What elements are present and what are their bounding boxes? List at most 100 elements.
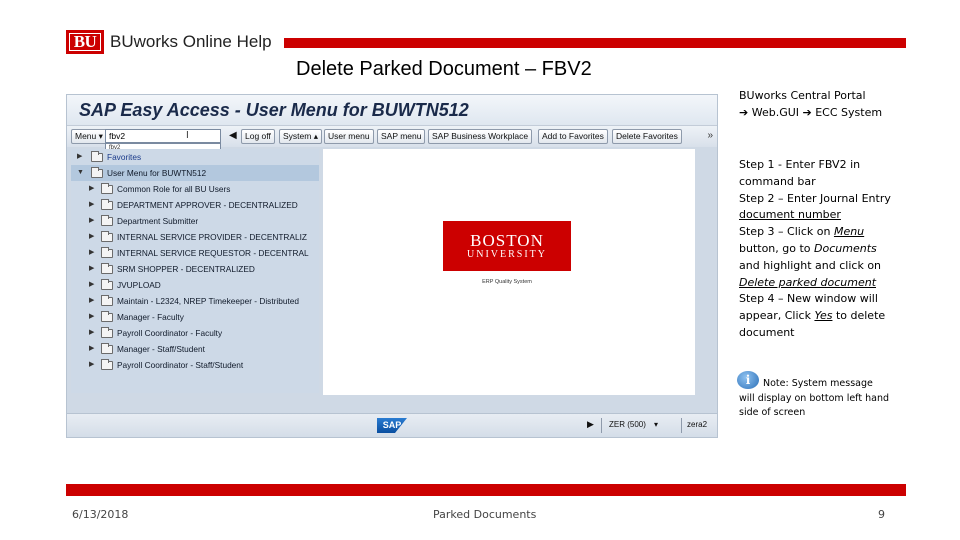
page-number: 9 [878,508,885,521]
folder-icon [101,263,113,274]
expand-arrow-icon[interactable]: ▶ [89,197,94,213]
tree-item[interactable]: ▶ SRM SHOPPER - DECENTRALIZED [71,261,319,277]
collapse-arrow-icon[interactable]: ▼ [77,165,84,181]
tree-item-label: DEPARTMENT APPROVER - DECENTRALIZED [117,200,298,210]
expand-arrow-icon[interactable]: ▶ [89,245,94,261]
step-1-text: Step 1 - Enter FBV2 in command bar [739,158,861,188]
sap-titlebar: SAP Easy Access - User Menu for BUWTN512 [67,95,717,125]
tree-item-label: Department Submitter [117,216,199,226]
status-separator [601,418,602,433]
system-dropdown-icon[interactable]: ▾ [654,420,658,429]
expand-arrow-icon[interactable]: ▶ [89,181,94,197]
log-off-button[interactable]: Log off [241,129,275,144]
tree-item[interactable]: ▶ Manager - Staff/Student [71,341,319,357]
server-field: zera2 [687,420,708,429]
tree-item-label: SRM SHOPPER - DECENTRALIZED [117,264,255,274]
expand-arrow-icon[interactable]: ▶ [89,325,94,341]
tree-item[interactable]: ▶ JVUPLOAD [71,277,319,293]
bu-logo: BU [66,30,104,54]
slide-title: Delete Parked Document – FBV2 [296,58,592,80]
tree-item[interactable]: ▶ INTERNAL SERVICE PROVIDER - DECENTRALI… [71,229,319,245]
step-3-menu: Menu [833,225,865,239]
tree-item[interactable]: ▶ Payroll Coordinator - Faculty [71,325,319,341]
text-cursor-icon: I [186,130,189,141]
expand-arrow-icon[interactable]: ▶ [89,229,94,245]
expand-arrow-icon[interactable]: ▶ [89,277,94,293]
folder-icon [101,279,113,290]
step-3-mid2: and highlight and click on [739,258,882,272]
tree-item[interactable]: ▶ DEPARTMENT APPROVER - DECENTRALIZED [71,197,319,213]
sap-menu-button[interactable]: SAP menu [377,129,426,144]
navigation-path: BUworks Central Portal ➔ Web.GUI ➔ ECC S… [739,87,909,121]
tree-item-user-menu[interactable]: ▼ User Menu for BUWTN512 [71,165,319,181]
step-4-yes: Yes [814,309,833,323]
folder-open-icon [91,167,103,178]
folder-icon [101,327,113,338]
system-button-label: System [283,131,312,141]
step-3-text: Step 3 – Click on [739,225,834,239]
expand-arrow-icon[interactable]: ▶ [89,341,94,357]
status-separator [681,418,682,433]
tree-item[interactable]: ▶ Payroll Coordinator - Staff/Student [71,357,319,373]
tree-item-label: Common Role for all BU Users [117,184,231,194]
back-arrow-icon[interactable]: ◀ [229,130,237,141]
sap-business-workplace-button[interactable]: SAP Business Workplace [428,129,533,144]
step-3-mid: button, go to [739,241,815,255]
step-3: Step 3 – Click on Menu button, go to Doc… [739,224,899,291]
tree-item-favorites[interactable]: ▶ Favorites [71,149,319,165]
expand-arrow-icon[interactable]: ▶ [89,261,94,277]
step-1: Step 1 - Enter FBV2 in command bar [739,157,899,191]
tree-item-label: Payroll Coordinator - Faculty [117,328,223,338]
folder-icon [101,359,113,370]
sap-logo-icon: SAP [377,418,407,433]
path-line-2: ➔ Web.GUI ➔ ECC System [739,106,883,119]
more-chevron-icon[interactable]: » [707,130,713,141]
bottom-accent-rule [66,484,906,496]
top-accent-rule [284,38,906,48]
tree-item[interactable]: ▶ Department Submitter [71,213,319,229]
step-3-documents: Documents [814,241,877,255]
step-3-delete: Delete parked document [739,275,877,289]
tree-item-label: Manager - Staff/Student [117,344,205,354]
footer-title: Parked Documents [433,508,537,521]
tree-item-label: INTERNAL SERVICE PROVIDER - DECENTRALIZ [117,232,307,242]
user-menu-button[interactable]: User menu [324,129,374,144]
sap-window: SAP Easy Access - User Menu for BUWTN512… [66,94,718,438]
bu-logo-text: BU [73,32,97,51]
sap-content-area: BOSTON UNIVERSITY ERP Quality System [323,149,695,395]
status-expand-icon[interactable]: ▶ [587,419,594,430]
menu-button[interactable]: Menu ▾ [71,129,107,144]
tree-item-label: INTERNAL SERVICE REQUESTOR - DECENTRAL [117,248,309,258]
expand-arrow-icon[interactable]: ▶ [89,357,94,373]
step-2: Step 2 – Enter Journal Entry document nu… [739,191,899,225]
folder-icon [101,215,113,226]
add-to-favorites-button[interactable]: Add to Favorites [538,129,608,144]
folder-icon [101,199,113,210]
tree-item-label: JVUPLOAD [117,280,161,290]
tree-item[interactable]: ▶ Maintain - L2324, NREP Timekeeper - Di… [71,293,319,309]
tree-item-label: Maintain - L2324, NREP Timekeeper - Dist… [117,296,300,306]
step-2-text: Step 2 – Enter Journal Entry [739,191,891,205]
logo-line-1: BOSTON [470,231,544,250]
user-menu-tree: ▶ Favorites ▼ User Menu for BUWTN512 ▶ C… [71,149,319,393]
sap-status-bar: SAP ▶ ZER (500) ▾ zera2 [67,413,717,437]
expand-arrow-icon[interactable]: ▶ [89,213,94,229]
info-note: Note: System message will display on bot… [739,378,889,418]
tree-item[interactable]: ▶ Common Role for all BU Users [71,181,319,197]
tree-item-label: User Menu for BUWTN512 [107,168,207,178]
folder-icon [101,311,113,322]
tree-item[interactable]: ▶ Manager - Faculty [71,309,319,325]
folder-icon [101,295,113,306]
sap-window-title: SAP Easy Access - User Menu for BUWTN512 [79,100,469,120]
expand-arrow-icon[interactable]: ▶ [77,149,82,165]
system-button[interactable]: System ▴ [279,129,322,144]
tree-item[interactable]: ▶ INTERNAL SERVICE REQUESTOR - DECENTRAL [71,245,319,261]
folder-icon [101,247,113,258]
boston-university-logo: BOSTON UNIVERSITY [443,221,571,271]
command-field[interactable]: fbv2 [105,129,221,143]
sap-toolbar: Menu ▾ fbv2 I fbv2 ◀ Log off System ▴ Us… [67,125,717,152]
folder-icon [101,183,113,194]
delete-favorites-button[interactable]: Delete Favorites [612,129,682,144]
expand-arrow-icon[interactable]: ▶ [89,293,94,309]
expand-arrow-icon[interactable]: ▶ [89,309,94,325]
